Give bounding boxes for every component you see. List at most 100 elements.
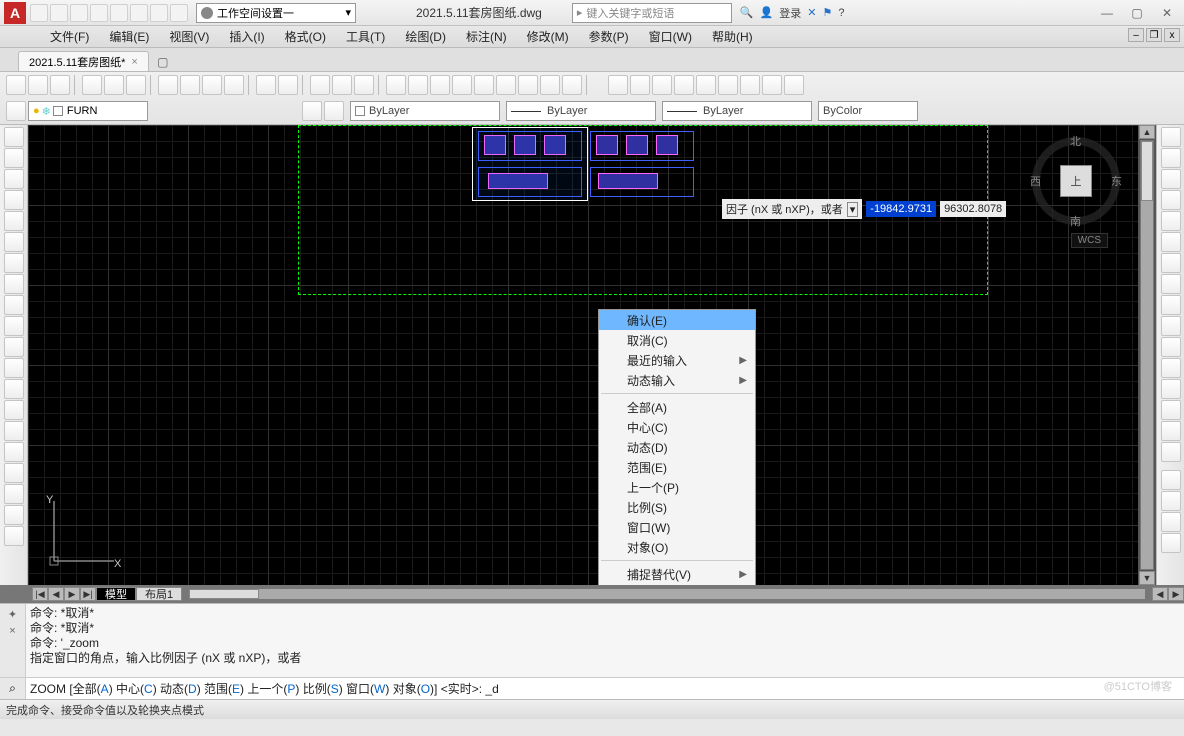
insert-tool-icon[interactable]: [4, 358, 24, 378]
vscroll-track[interactable]: [1140, 140, 1154, 570]
tb-pan-icon[interactable]: [310, 75, 330, 95]
array-tool-icon[interactable]: [1161, 211, 1181, 231]
dyn-value-x[interactable]: -19842.9731: [866, 201, 936, 217]
palette4-icon[interactable]: [1161, 533, 1181, 553]
scroll-down-button[interactable]: ▼: [1139, 571, 1155, 585]
layer-dropdown[interactable]: ● ❄ FURN: [28, 101, 148, 121]
layer-states-icon[interactable]: [302, 101, 322, 121]
hatch-tool-icon[interactable]: [4, 421, 24, 441]
sheet-first-button[interactable]: |◀: [32, 587, 48, 601]
break-tool-icon[interactable]: [1161, 358, 1181, 378]
palette3-icon[interactable]: [1161, 512, 1181, 532]
menu-modify[interactable]: 修改(M): [517, 26, 579, 47]
tb-redo-icon[interactable]: [278, 75, 298, 95]
cm-dynamic-input[interactable]: 动态输入▶: [599, 370, 755, 390]
command-input[interactable]: ZOOM [全部(A) 中心(C) 动态(D) 范围(E) 上一个(P) 比例(…: [26, 680, 1184, 697]
rotate-tool-icon[interactable]: [1161, 253, 1181, 273]
explode-tool-icon[interactable]: [1161, 442, 1181, 462]
cm-confirm[interactable]: 确认(E): [599, 310, 755, 330]
menu-view[interactable]: 视图(V): [159, 26, 219, 47]
viewcube-top[interactable]: 上: [1060, 165, 1092, 197]
minimize-button[interactable]: —: [1094, 4, 1120, 22]
tb-plotpreview-icon[interactable]: [104, 75, 124, 95]
xline-tool-icon[interactable]: [4, 148, 24, 168]
cm-cancel[interactable]: 取消(C): [599, 330, 755, 350]
tb-zoomscale-icon[interactable]: [652, 75, 672, 95]
arc-tool-icon[interactable]: [4, 232, 24, 252]
revcloud-tool-icon[interactable]: [4, 274, 24, 294]
cm-center[interactable]: 中心(C): [599, 417, 755, 437]
plotstyle-dropdown[interactable]: ByColor: [818, 101, 918, 121]
command-handle-icon[interactable]: ⌕: [0, 678, 26, 699]
sheet-last-button[interactable]: ▶|: [80, 587, 96, 601]
tb-zoomext-icon[interactable]: [354, 75, 374, 95]
tb-zoomdyn-icon[interactable]: [630, 75, 650, 95]
vscroll-thumb[interactable]: [1141, 141, 1153, 201]
new-tab-button[interactable]: ▢: [153, 53, 173, 71]
cm-all[interactable]: 全部(A): [599, 397, 755, 417]
addselect-tool-icon[interactable]: [4, 526, 24, 546]
tb-undo-icon[interactable]: [256, 75, 276, 95]
viewcube[interactable]: 上 北 南 东 西: [1032, 137, 1120, 225]
tb-copy-icon[interactable]: [180, 75, 200, 95]
tb-zoomall-icon[interactable]: [762, 75, 782, 95]
menu-draw[interactable]: 绘图(D): [395, 26, 456, 47]
tb-zoomext2-icon[interactable]: [784, 75, 804, 95]
polygon-tool-icon[interactable]: [4, 190, 24, 210]
cm-recent-input[interactable]: 最近的输入▶: [599, 350, 755, 370]
ellipsearc-tool-icon[interactable]: [4, 337, 24, 357]
tb-paste-icon[interactable]: [202, 75, 222, 95]
circle-tool-icon[interactable]: [4, 253, 24, 273]
maximize-button[interactable]: ▢: [1124, 4, 1150, 22]
menu-window[interactable]: 窗口(W): [639, 26, 702, 47]
exchange-icon[interactable]: ✕: [807, 6, 816, 19]
tb-zoomin-icon[interactable]: [718, 75, 738, 95]
pline-tool-icon[interactable]: [4, 169, 24, 189]
chamfer-tool-icon[interactable]: [1161, 400, 1181, 420]
menu-file[interactable]: 文件(F): [40, 26, 99, 47]
hscroll-left-button[interactable]: ◀: [1152, 587, 1168, 601]
hscroll-thumb[interactable]: [189, 589, 259, 599]
model-tab[interactable]: 模型: [96, 587, 136, 601]
menu-tools[interactable]: 工具(T): [336, 26, 395, 47]
text-tool-icon[interactable]: [4, 505, 24, 525]
viewcube-south[interactable]: 南: [1070, 213, 1081, 229]
block-tool-icon[interactable]: [4, 379, 24, 399]
tb-tool2-icon[interactable]: [452, 75, 472, 95]
qat-print-icon[interactable]: [110, 4, 128, 22]
doc-minimize-button[interactable]: –: [1128, 28, 1144, 42]
spline-tool-icon[interactable]: [4, 295, 24, 315]
qat-open-icon[interactable]: [50, 4, 68, 22]
help-icon[interactable]: ?: [838, 7, 844, 19]
qat-undo-icon[interactable]: [130, 4, 148, 22]
dyn-value-y[interactable]: 96302.8078: [940, 201, 1006, 217]
stretch-tool-icon[interactable]: [1161, 295, 1181, 315]
qat-new-icon[interactable]: [30, 4, 48, 22]
tb-tool6-icon[interactable]: [540, 75, 560, 95]
cm-snap-override[interactable]: 捕捉替代(V)▶: [599, 564, 755, 584]
tb-zoomwin-icon[interactable]: [608, 75, 628, 95]
tb-tool4-icon[interactable]: [496, 75, 516, 95]
tb-tool3-icon[interactable]: [474, 75, 494, 95]
layout1-tab[interactable]: 布局1: [136, 587, 182, 601]
erase-tool-icon[interactable]: [1161, 127, 1181, 147]
offset-tool-icon[interactable]: [1161, 190, 1181, 210]
share-icon[interactable]: ⚑: [822, 6, 832, 19]
close-button[interactable]: ✕: [1154, 4, 1180, 22]
app-logo-icon[interactable]: A: [4, 2, 26, 24]
doc-close-button[interactable]: x: [1164, 28, 1180, 42]
copy-tool-icon[interactable]: [1161, 148, 1181, 168]
tb-match-icon[interactable]: [224, 75, 244, 95]
menu-help[interactable]: 帮助(H): [702, 26, 763, 47]
tb-props-icon[interactable]: [386, 75, 406, 95]
tb-sheetset-icon[interactable]: [408, 75, 428, 95]
command-history-lines[interactable]: 命令: *取消* 命令: *取消* 命令: '_zoom 指定窗口的角点，输入比…: [26, 604, 1184, 677]
tb-new-icon[interactable]: [6, 75, 26, 95]
menu-parametric[interactable]: 参数(P): [579, 26, 639, 47]
region-tool-icon[interactable]: [4, 463, 24, 483]
tb-zoomcenter-icon[interactable]: [674, 75, 694, 95]
join-tool-icon[interactable]: [1161, 379, 1181, 399]
tb-open-icon[interactable]: [28, 75, 48, 95]
tb-tool7-icon[interactable]: [562, 75, 582, 95]
tb-publish-icon[interactable]: [126, 75, 146, 95]
